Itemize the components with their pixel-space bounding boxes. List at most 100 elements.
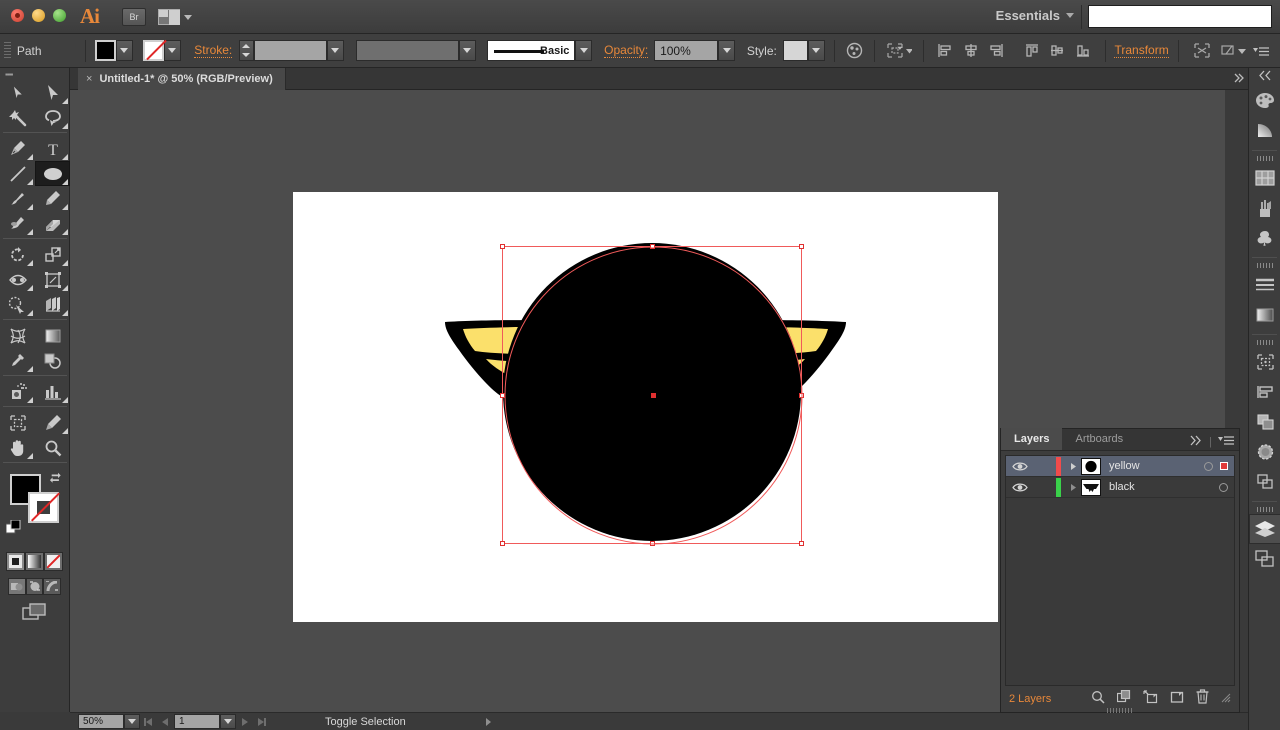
shape-builder-tool[interactable] xyxy=(0,292,35,317)
collapse-panel-icon[interactable] xyxy=(1232,72,1244,87)
brush-definition-field[interactable]: Basic xyxy=(487,40,576,61)
panel-resize-grip[interactable] xyxy=(1221,690,1231,708)
opacity-label[interactable]: Opacity: xyxy=(604,43,649,58)
stepper-up-icon[interactable] xyxy=(240,41,253,51)
close-window-button[interactable] xyxy=(11,9,24,22)
layer-visibility-toggle[interactable] xyxy=(1006,482,1034,493)
tab-artboards[interactable]: Artboards xyxy=(1062,428,1136,450)
layer-target-indicator[interactable] xyxy=(1219,482,1228,492)
graphic-style-combo[interactable] xyxy=(782,40,825,61)
line-segment-tool[interactable] xyxy=(0,161,35,186)
draw-inside-button[interactable] xyxy=(43,578,62,595)
artboard-tool[interactable] xyxy=(0,410,35,435)
collapse-dock-icon[interactable] xyxy=(1249,68,1280,82)
expand-panel-icon[interactable] xyxy=(1189,433,1203,451)
stroke-weight-stepper[interactable] xyxy=(239,40,254,61)
align-top-button[interactable] xyxy=(1019,40,1045,62)
rotate-tool[interactable] xyxy=(0,242,35,267)
layers-list[interactable]: yellow black xyxy=(1005,455,1235,686)
layer-row-yellow[interactable]: yellow xyxy=(1006,456,1234,477)
align-left-button[interactable] xyxy=(933,40,959,62)
previous-artboard-button[interactable] xyxy=(157,714,174,729)
appearance-panel-icon[interactable] xyxy=(1249,467,1280,497)
perspective-grid-tool[interactable] xyxy=(35,292,70,317)
align-bottom-button[interactable] xyxy=(1070,40,1096,62)
color-panel-icon[interactable] xyxy=(1249,86,1280,116)
magic-wand-tool[interactable] xyxy=(0,105,35,130)
arrange-documents-button[interactable] xyxy=(158,7,194,27)
artboard[interactable] xyxy=(293,192,998,622)
gradient-panel-icon[interactable] xyxy=(1249,300,1280,330)
stroke-color-control[interactable] xyxy=(142,40,181,61)
symbols-panel-icon[interactable] xyxy=(1249,223,1280,253)
align-center-horizontal-button[interactable] xyxy=(958,40,984,62)
dock-group-grip[interactable] xyxy=(1249,338,1280,347)
next-artboard-button[interactable] xyxy=(236,714,253,729)
first-artboard-button[interactable] xyxy=(140,714,157,729)
bridge-button[interactable]: Br xyxy=(122,8,146,26)
delete-selection-icon[interactable] xyxy=(1196,689,1209,709)
status-menu-icon[interactable] xyxy=(482,716,494,728)
layer-selection-indicator[interactable] xyxy=(1220,462,1228,470)
layer-visibility-toggle[interactable] xyxy=(1006,461,1034,472)
lasso-tool[interactable] xyxy=(35,105,70,130)
stroke-panel-icon[interactable] xyxy=(1249,270,1280,300)
eraser-tool[interactable] xyxy=(35,211,70,236)
make-clipping-mask-icon[interactable] xyxy=(1116,689,1131,709)
pencil-tool[interactable] xyxy=(35,186,70,211)
tools-panel-grip[interactable]: ▪▪▪▪ xyxy=(0,68,69,80)
eyedropper-tool[interactable] xyxy=(0,348,35,373)
stepper-down-icon[interactable] xyxy=(240,51,253,61)
align-center-vertical-button[interactable] xyxy=(1045,40,1071,62)
blend-tool[interactable] xyxy=(35,348,70,373)
create-new-layer-icon[interactable] xyxy=(1170,690,1184,709)
dock-group-grip[interactable] xyxy=(1249,261,1280,270)
stroke-weight-field[interactable] xyxy=(253,40,327,61)
recolor-artwork-button[interactable] xyxy=(844,40,866,62)
fill-color-mode-button[interactable] xyxy=(6,552,25,571)
panel-menu-icon[interactable] xyxy=(1218,433,1235,451)
screen-mode-button[interactable] xyxy=(0,603,69,621)
control-bar-grip[interactable] xyxy=(4,41,11,60)
zoom-control[interactable]: 50% xyxy=(78,714,140,729)
graphic-style-dropdown[interactable] xyxy=(807,40,825,61)
isolate-selected-object-button[interactable] xyxy=(884,40,913,62)
workspace-switcher[interactable]: Essentials xyxy=(996,8,1074,23)
artboard-number-field[interactable]: 1 xyxy=(174,714,220,729)
color-guide-panel-icon[interactable] xyxy=(1249,116,1280,146)
graphic-style-swatch[interactable] xyxy=(782,40,808,61)
type-tool[interactable]: T xyxy=(35,136,70,161)
stroke-swatch-none[interactable] xyxy=(142,40,164,61)
brush-dropdown[interactable] xyxy=(575,40,593,61)
fill-dropdown-button[interactable] xyxy=(115,40,133,61)
layers-panel-icon[interactable] xyxy=(1249,514,1280,544)
maximize-window-button[interactable] xyxy=(53,9,66,22)
selection-tool[interactable] xyxy=(0,80,35,105)
tab-layers[interactable]: Layers xyxy=(1001,428,1063,450)
variable-width-profile-combo[interactable] xyxy=(355,40,476,61)
dock-group-grip[interactable] xyxy=(1249,505,1280,514)
draw-normal-button[interactable] xyxy=(8,578,26,595)
close-icon[interactable]: × xyxy=(86,73,92,85)
layer-name[interactable]: black xyxy=(1109,481,1135,493)
stroke-label[interactable]: Stroke: xyxy=(194,43,233,58)
ellipse-tool[interactable] xyxy=(35,161,70,186)
zoom-level-field[interactable]: 50% xyxy=(78,714,124,729)
artboard-dropdown-button[interactable] xyxy=(220,714,236,729)
opacity-field[interactable]: 100% xyxy=(654,40,719,61)
swatches-panel-icon[interactable] xyxy=(1249,163,1280,193)
document-tab[interactable]: × Untitled-1* @ 50% (RGB/Preview) xyxy=(78,68,286,90)
paintbrush-tool[interactable] xyxy=(0,186,35,211)
free-transform-tool[interactable] xyxy=(35,267,70,292)
artwork[interactable] xyxy=(293,192,998,622)
layer-expand-arrow[interactable] xyxy=(1067,462,1081,471)
hand-tool[interactable] xyxy=(0,435,35,460)
stroke-weight-dropdown[interactable] xyxy=(326,40,344,61)
layer-row-black[interactable]: black xyxy=(1006,477,1234,498)
zoom-dropdown-button[interactable] xyxy=(124,714,140,729)
stroke-dropdown-button[interactable] xyxy=(163,40,181,61)
panel-bottom-grip[interactable] xyxy=(1107,708,1133,713)
pathfinder-panel-icon[interactable] xyxy=(1249,407,1280,437)
fill-swatch[interactable] xyxy=(94,40,116,61)
minimize-window-button[interactable] xyxy=(32,9,45,22)
